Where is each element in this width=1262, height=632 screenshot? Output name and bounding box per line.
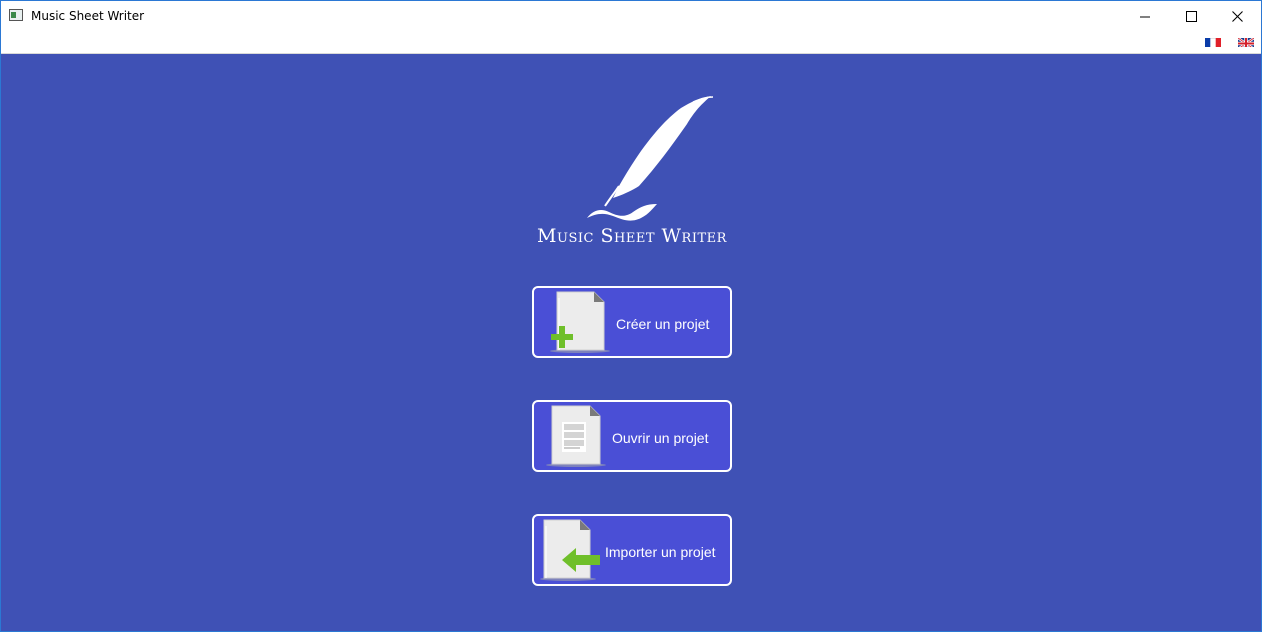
create-project-button[interactable]: Créer un projet [532, 286, 732, 358]
app-logo-text: Music Sheet Writer [537, 225, 727, 247]
maximize-button[interactable] [1169, 1, 1215, 32]
uk-flag-icon[interactable] [1238, 36, 1254, 47]
minimize-icon [1140, 16, 1150, 18]
app-window: Music Sheet Writer Music Sheet Writer Cr… [0, 0, 1262, 632]
minimize-button[interactable] [1123, 1, 1169, 32]
language-toolbar [1, 32, 1261, 54]
close-button[interactable] [1215, 1, 1261, 32]
quill-icon [587, 96, 714, 221]
close-icon [1232, 11, 1243, 22]
title-bar[interactable]: Music Sheet Writer [1, 1, 1261, 32]
france-flag-icon[interactable] [1205, 36, 1221, 47]
import-document-icon [540, 519, 600, 581]
window-title: Music Sheet Writer [31, 9, 145, 23]
home-panel: Music Sheet Writer Créer un projet Ouvri… [1, 54, 1261, 631]
open-project-button[interactable]: Ouvrir un projet [532, 400, 732, 472]
new-document-icon [550, 291, 610, 353]
music-sheet-document-icon [546, 405, 606, 467]
import-project-button[interactable]: Importer un projet [532, 514, 732, 586]
app-icon [9, 9, 23, 21]
open-project-label: Ouvrir un projet [612, 430, 709, 446]
create-project-label: Créer un projet [616, 316, 710, 332]
maximize-icon [1186, 11, 1197, 22]
import-project-label: Importer un projet [605, 544, 716, 560]
